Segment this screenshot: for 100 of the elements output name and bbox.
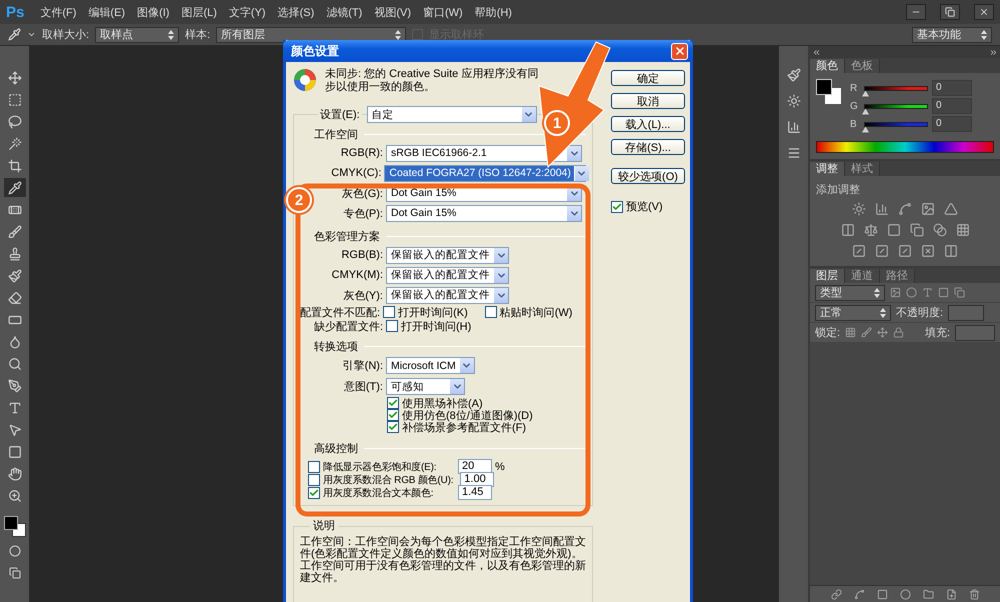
columns-icon[interactable] — [840, 223, 854, 237]
settings-dropdown[interactable]: 自定 — [366, 106, 537, 123]
brush-icon[interactable] — [786, 68, 800, 82]
checkbox[interactable] — [308, 486, 320, 498]
columns-icon[interactable] — [944, 244, 958, 258]
folder-icon[interactable] — [922, 588, 934, 600]
up-down-arrows-icon[interactable] — [880, 308, 886, 318]
link-icon[interactable] — [830, 588, 842, 600]
dropdown[interactable]: 保留嵌入的配置文件 — [386, 286, 509, 304]
slider-thumb[interactable] — [862, 108, 869, 114]
close-button[interactable] — [974, 4, 994, 20]
square-slash-icon[interactable] — [852, 244, 866, 258]
panel-tab[interactable]: 色板 — [845, 59, 880, 73]
dropdown[interactable]: 可感知 — [386, 378, 465, 395]
circle-icon[interactable] — [906, 287, 917, 298]
dropdown[interactable]: Coated FOGRA27 (ISO 12647-2:2004) — [384, 164, 586, 182]
fill-field[interactable] — [955, 324, 995, 340]
checkbox[interactable] — [386, 320, 398, 332]
sun-icon[interactable] — [852, 202, 866, 216]
panel-tab[interactable]: 样式 — [845, 162, 880, 176]
tool-button[interactable] — [4, 178, 26, 197]
menu-item[interactable]: 文件(F) — [40, 4, 76, 20]
caret-icon[interactable] — [27, 30, 36, 39]
workspace-dropdown[interactable]: 基本功能 — [912, 26, 992, 42]
copy-icon[interactable] — [910, 223, 924, 237]
square-slash-icon[interactable] — [898, 244, 912, 258]
expand-icon[interactable] — [989, 48, 998, 56]
checkbox[interactable] — [484, 306, 497, 318]
panel-tab[interactable]: 颜色 — [810, 59, 845, 73]
circles-icon[interactable] — [932, 223, 946, 237]
chart-icon[interactable] — [875, 202, 889, 216]
curve-icon[interactable] — [854, 588, 864, 600]
triangle-icon[interactable] — [944, 202, 958, 216]
move-icon[interactable] — [877, 327, 888, 338]
eyedropper-icon[interactable] — [8, 28, 21, 41]
color-spectrum[interactable] — [816, 141, 994, 153]
grid-icon[interactable] — [956, 223, 970, 237]
restore-button[interactable] — [940, 4, 960, 20]
collapse-icon[interactable] — [812, 48, 821, 56]
panel-tab[interactable]: 通道 — [845, 269, 880, 283]
square-x-icon[interactable] — [921, 244, 935, 258]
number-field[interactable]: 1.45 — [458, 485, 492, 500]
square-slash-icon[interactable] — [875, 244, 889, 258]
opacity-field[interactable] — [948, 304, 984, 320]
text-icon[interactable] — [922, 287, 933, 298]
dropdown[interactable]: sRGB IEC61966-2.1 — [386, 144, 582, 162]
dialog-button[interactable]: 载入(L)... — [611, 116, 685, 132]
scale-icon[interactable] — [864, 223, 878, 237]
minimize-button[interactable] — [906, 4, 926, 20]
panel-tab[interactable]: 调整 — [810, 162, 845, 176]
slider-thumb[interactable] — [862, 126, 869, 132]
chart-icon[interactable] — [786, 120, 800, 134]
dialog-button[interactable]: 取消 — [611, 93, 685, 109]
dialog-button[interactable]: 确定 — [611, 70, 685, 86]
up-down-arrows-icon[interactable] — [395, 30, 402, 40]
trash-icon[interactable] — [968, 588, 980, 600]
menu-item[interactable]: 图像(I) — [137, 4, 170, 20]
dropdown[interactable]: Microsoft ICM — [386, 357, 475, 374]
checkbox[interactable] — [611, 200, 623, 212]
curve-icon[interactable] — [898, 202, 912, 216]
square-icon[interactable] — [886, 223, 900, 237]
channel-value-field[interactable]: 0 — [932, 98, 972, 114]
sample-size-dropdown[interactable]: 取样点 — [95, 26, 180, 42]
sun-icon[interactable] — [786, 94, 800, 108]
grid-icon[interactable] — [845, 327, 856, 338]
image-icon[interactable] — [921, 202, 935, 216]
color-swatches[interactable] — [816, 79, 842, 105]
checkbox[interactable] — [308, 460, 320, 472]
dropdown[interactable]: 保留嵌入的配置文件 — [386, 246, 509, 264]
menu-item[interactable]: 图层(L) — [181, 4, 217, 20]
slider-thumb[interactable] — [862, 90, 869, 96]
dialog-button[interactable]: 存储(S)... — [611, 139, 685, 155]
menu-item[interactable]: 滤镜(T) — [326, 4, 362, 20]
square-icon[interactable] — [876, 588, 888, 600]
new-layer-icon[interactable] — [946, 588, 956, 600]
up-down-arrows-icon[interactable] — [874, 288, 880, 298]
panel-tab[interactable]: 图层 — [810, 269, 845, 283]
checkbox[interactable] — [387, 409, 399, 421]
square-icon[interactable] — [938, 287, 949, 298]
menu-item[interactable]: 窗口(W) — [422, 4, 463, 20]
dropdown[interactable]: Dot Gain 15% — [386, 204, 582, 222]
image-icon[interactable] — [890, 287, 901, 298]
filter-dropdown[interactable]: 类型 — [815, 284, 885, 300]
checkbox[interactable] — [387, 421, 399, 433]
checkbox[interactable] — [308, 474, 320, 486]
menu-item[interactable]: 选择(S) — [278, 4, 314, 20]
menu-item[interactable]: 编辑(E) — [88, 4, 126, 20]
circle-icon[interactable] — [900, 588, 910, 600]
up-down-arrows-icon[interactable] — [168, 30, 174, 40]
panel-tab[interactable]: 路径 — [880, 269, 915, 283]
up-down-arrows-icon[interactable] — [981, 30, 987, 40]
channel-value-field[interactable]: 0 — [932, 80, 972, 96]
menu-item[interactable]: 帮助(H) — [474, 4, 512, 20]
copy-icon[interactable] — [954, 287, 965, 298]
dialog-button[interactable]: 较少选项(O) — [611, 168, 685, 184]
lock-icon[interactable] — [893, 327, 904, 338]
menu-item[interactable]: 视图(V) — [374, 4, 411, 20]
blend-mode-dropdown[interactable]: 正常 — [815, 304, 891, 320]
menu-item[interactable]: 文字(Y) — [228, 4, 266, 20]
list-icon[interactable] — [786, 146, 800, 160]
